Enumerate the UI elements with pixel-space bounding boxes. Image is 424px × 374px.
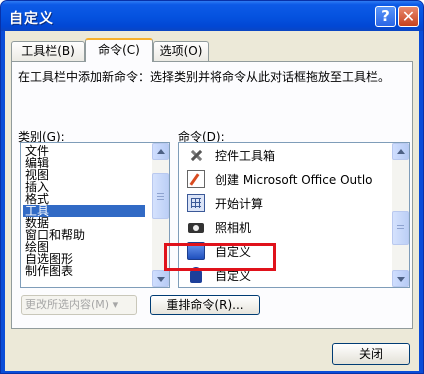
dialog-title: 自定义 bbox=[9, 11, 54, 27]
dialog-client-area: 工具栏(B) 命令(C) 选项(O) 在工具栏中添加新命令：选择类别并将命令从此… bbox=[5, 31, 419, 371]
chevron-down-icon bbox=[397, 277, 405, 282]
calculator-icon bbox=[187, 194, 205, 212]
modify-selection-button[interactable]: 更改所选内容(M) ▾ bbox=[21, 295, 137, 315]
chevron-up-icon bbox=[157, 149, 165, 154]
grip-line bbox=[157, 196, 164, 197]
close-window-button[interactable]: ✕ bbox=[398, 6, 419, 27]
grip-line bbox=[157, 199, 164, 200]
command-item[interactable]: 开始计算 bbox=[179, 191, 393, 215]
scroll-thumb[interactable] bbox=[392, 211, 409, 245]
command-item[interactable]: 创建 Microsoft Office Outlo bbox=[179, 167, 393, 191]
close-button[interactable]: 关闭 bbox=[332, 343, 410, 365]
customize-dialog: 自定义 ? ✕ 工具栏(B) 命令(C) 选项(O) 在工具栏中添加新命令：选择… bbox=[0, 0, 424, 374]
tab-toolbars[interactable]: 工具栏(B) bbox=[11, 41, 85, 61]
chevron-down-icon bbox=[157, 277, 165, 282]
scroll-thumb[interactable] bbox=[152, 173, 169, 219]
categories-listbox[interactable]: 文件 编辑 视图 插入 格式 工具 数据 窗口和帮助 绘图 自选图形 制作图表 bbox=[20, 142, 170, 288]
create-outlook-icon bbox=[187, 170, 205, 188]
command-label: 开始计算 bbox=[215, 197, 264, 211]
help-button[interactable]: ? bbox=[375, 6, 396, 27]
rearrange-commands-button[interactable]: 重排命令(R)... bbox=[150, 295, 260, 315]
command-item-camera[interactable]: 照相机 bbox=[179, 215, 393, 239]
scroll-up-button[interactable] bbox=[152, 143, 169, 160]
grip-line bbox=[397, 228, 404, 229]
camera-highlight-box bbox=[164, 243, 276, 271]
title-bar[interactable]: 自定义 ? ✕ bbox=[1, 1, 423, 31]
tab-options[interactable]: 选项(O) bbox=[153, 41, 209, 61]
commands-scrollbar[interactable] bbox=[392, 143, 409, 287]
command-label: 控件工具箱 bbox=[215, 149, 276, 163]
command-label: 创建 Microsoft Office Outlo bbox=[215, 173, 373, 187]
grip-line bbox=[397, 225, 404, 226]
scroll-up-button[interactable] bbox=[392, 143, 409, 160]
command-label: 照相机 bbox=[215, 221, 252, 235]
scroll-down-button[interactable] bbox=[152, 270, 169, 287]
commands-panel: 在工具栏中添加新命令：选择类别并将命令从此对话框拖放至工具栏。 类别(G): 命… bbox=[11, 61, 413, 329]
command-item[interactable]: 控件工具箱 bbox=[179, 143, 393, 167]
camera-icon bbox=[187, 218, 205, 236]
category-item[interactable]: 制作图表 bbox=[25, 265, 147, 277]
grip-line bbox=[157, 193, 164, 194]
tab-commands[interactable]: 命令(C) bbox=[85, 38, 153, 62]
toolbox-icon bbox=[187, 146, 205, 164]
instruction-text: 在工具栏中添加新命令：选择类别并将命令从此对话框拖放至工具栏。 bbox=[18, 70, 391, 84]
scroll-down-button[interactable] bbox=[392, 270, 409, 287]
chevron-up-icon bbox=[397, 149, 405, 154]
